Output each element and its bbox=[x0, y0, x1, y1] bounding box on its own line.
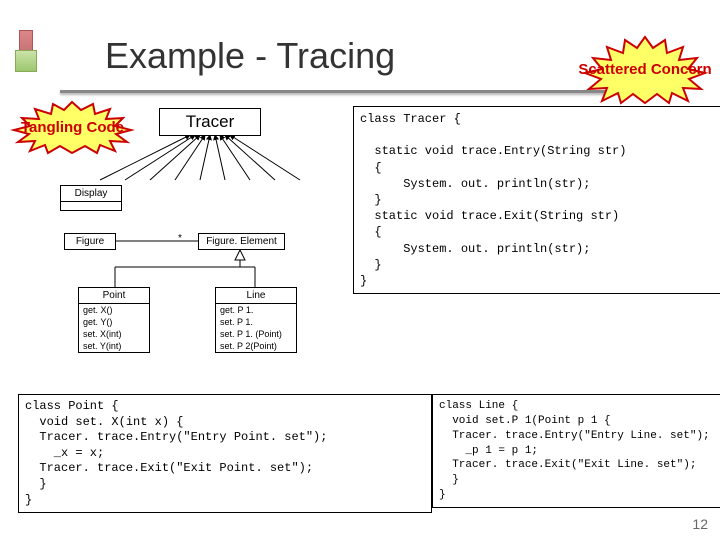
uml-method: set. Y(int) bbox=[79, 340, 149, 352]
uml-diagram: Display Figure * Figure. Element Point g… bbox=[60, 175, 360, 365]
arrows-icon bbox=[80, 132, 350, 182]
title-underline bbox=[60, 90, 660, 93]
uml-method: set. P 1. bbox=[216, 316, 296, 328]
uml-line-box: Line get. P 1. set. P 1. set. P 1. (Poin… bbox=[215, 287, 297, 353]
scattered-concern-burst: Scattered Concern bbox=[575, 35, 715, 105]
uml-figure-label: Figure bbox=[65, 234, 115, 249]
burst-left-label: Tangling Code bbox=[21, 119, 124, 136]
title-decoration bbox=[15, 30, 45, 80]
point-code-block: class Point { void set. X(int x) { Trace… bbox=[18, 394, 432, 513]
uml-multiplicity: * bbox=[178, 233, 182, 244]
uml-display-box: Display bbox=[60, 185, 122, 211]
slide-number: 12 bbox=[692, 516, 708, 532]
uml-method: get. Y() bbox=[79, 316, 149, 328]
uml-line-label: Line bbox=[216, 288, 296, 304]
uml-method: set. P 1. (Point) bbox=[216, 328, 296, 340]
uml-method: get. P 1. bbox=[216, 304, 296, 316]
uml-method: set. X(int) bbox=[79, 328, 149, 340]
tracer-box: Tracer bbox=[159, 108, 261, 136]
slide-title: Example - Tracing bbox=[105, 35, 395, 77]
uml-display-label: Display bbox=[61, 186, 121, 202]
burst-right-label: Scattered Concern bbox=[578, 61, 711, 79]
uml-figure-box: Figure bbox=[64, 233, 116, 250]
uml-figure-element-box: Figure. Element bbox=[198, 233, 285, 250]
uml-figelem-label: Figure. Element bbox=[199, 234, 284, 249]
tracer-code-block: class Tracer { static void trace.Entry(S… bbox=[353, 106, 720, 294]
line-code-block: class Line { void set.P 1(Point p 1 { Tr… bbox=[432, 394, 720, 508]
uml-method: get. X() bbox=[79, 304, 149, 316]
uml-method: set. P 2(Point) bbox=[216, 340, 296, 352]
uml-point-box: Point get. X() get. Y() set. X(int) set.… bbox=[78, 287, 150, 353]
uml-point-label: Point bbox=[79, 288, 149, 304]
